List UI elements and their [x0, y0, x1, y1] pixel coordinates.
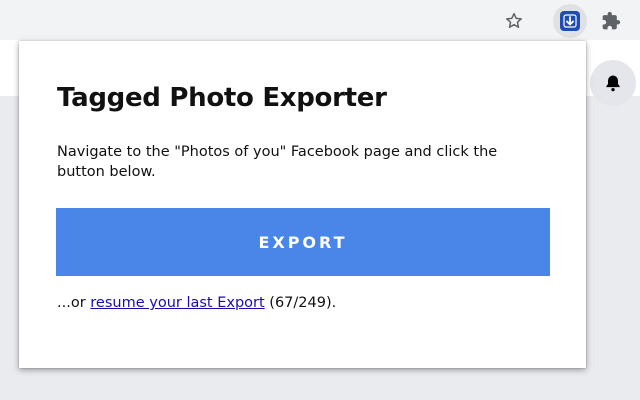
download-arrow-icon — [560, 11, 580, 31]
extension-popup: Tagged Photo Exporter Navigate to the "P… — [19, 41, 586, 368]
browser-window: Tagged Photo Exporter Navigate to the "P… — [0, 0, 640, 400]
export-button[interactable]: EXPORT — [56, 208, 550, 276]
puzzle-piece-icon[interactable] — [597, 7, 625, 35]
resume-progress: (67/249). — [264, 295, 337, 311]
resume-prefix: ...or — [57, 295, 91, 311]
popup-title: Tagged Photo Exporter — [57, 83, 387, 113]
resume-line: ...or resume your last Export (67/249). — [57, 295, 336, 311]
resume-export-link[interactable]: resume your last Export — [90, 295, 264, 311]
browser-toolbar — [0, 0, 640, 40]
bell-icon[interactable] — [590, 60, 636, 106]
bookmark-star-icon[interactable] — [500, 7, 528, 35]
tagged-photo-exporter-extension-button[interactable] — [553, 4, 587, 38]
popup-description: Navigate to the "Photos of you" Facebook… — [57, 144, 498, 180]
